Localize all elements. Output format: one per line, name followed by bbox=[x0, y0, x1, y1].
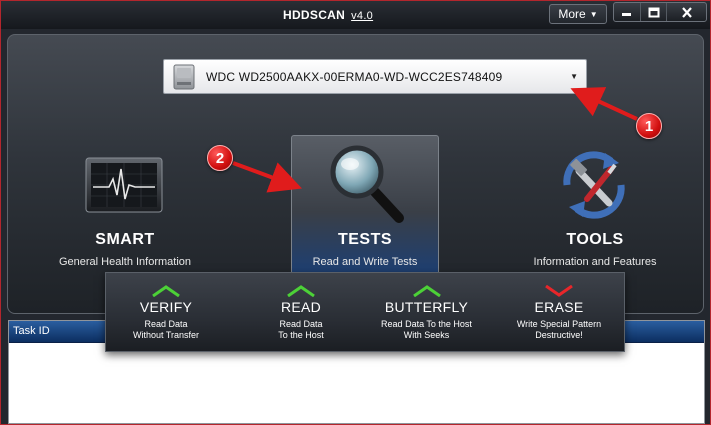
annotation-arrows bbox=[232, 87, 638, 193]
annotation-badge-1: 1 bbox=[636, 113, 662, 139]
annotation-arrow-1 bbox=[570, 87, 638, 121]
annotation-arrow-2 bbox=[232, 161, 303, 193]
hddscan-window: HDDSCAN v4.0 More ▼ WDC WD2500AAKX-00ERM… bbox=[0, 0, 711, 425]
annotation-badge-2: 2 bbox=[207, 145, 233, 171]
